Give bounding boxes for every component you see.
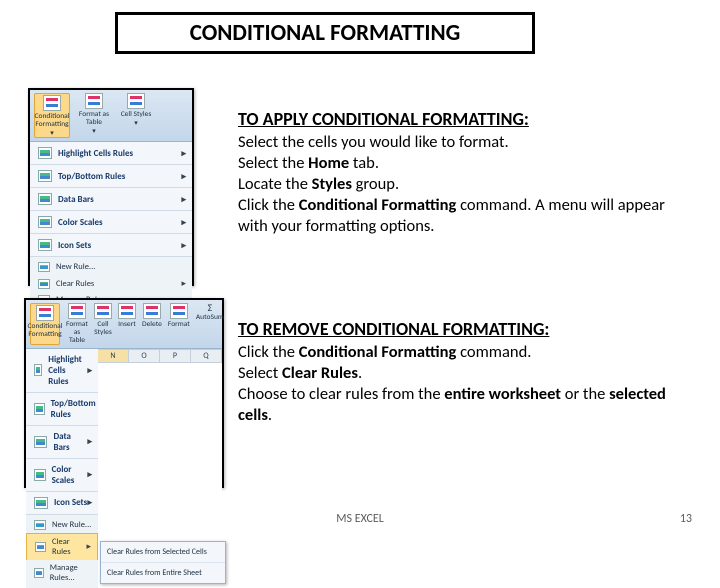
menu-item-clear-rules-highlighted: Clear Rules▸ bbox=[26, 533, 98, 560]
conditional-formatting-menu: Highlight Cells Rules▸ Top/Bottom Rules▸… bbox=[26, 349, 98, 515]
submenu-arrow-icon: ▸ bbox=[181, 148, 186, 159]
menu-item-data-bars: Data Bars▸ bbox=[26, 426, 98, 459]
menu-item-clear-rules: Clear Rules▸ bbox=[30, 275, 192, 292]
iconsets-icon bbox=[38, 239, 52, 251]
cell-styles-icon bbox=[127, 93, 145, 109]
conditional-formatting-button: Conditional Formatting bbox=[30, 303, 60, 345]
insert-icon bbox=[118, 303, 136, 319]
clear-rules-submenu: Clear Rules from Selected Cells Clear Ru… bbox=[100, 541, 226, 584]
apply-text: Select the cells you would like to forma… bbox=[238, 132, 698, 238]
menu-item-icon-sets: Icon Sets▸ bbox=[26, 492, 98, 515]
submenu-arrow-icon: ▸ bbox=[181, 194, 186, 205]
menu-item-icon-sets: Icon Sets▸ bbox=[30, 234, 192, 257]
ribbon-styles-cells-group: Conditional Formatting Format as Table C… bbox=[26, 300, 222, 349]
delete-button: Delete bbox=[142, 303, 162, 345]
submenu-arrow-icon: ▸ bbox=[181, 240, 186, 251]
menu-footer: New Rule... Clear Rules▸ Manage Rules... bbox=[26, 515, 98, 588]
page-title: CONDITIONAL FORMATTING bbox=[115, 12, 535, 54]
chevron-down-icon: ▾ bbox=[50, 129, 54, 136]
delete-icon bbox=[143, 303, 161, 319]
insert-button: Insert bbox=[118, 303, 136, 345]
apply-heading: TO APPLY CONDITIONAL FORMATTING: bbox=[238, 108, 698, 130]
submenu-arrow-icon: ▸ bbox=[181, 278, 186, 289]
conditional-formatting-icon bbox=[43, 95, 61, 111]
apply-section: TO APPLY CONDITIONAL FORMATTING: Select … bbox=[238, 108, 698, 238]
conditional-formatting-label: Conditional Formatting bbox=[35, 113, 70, 129]
ribbon-styles-group: Conditional Formatting ▾ Format as Table… bbox=[30, 90, 192, 142]
submenu-arrow-icon: ▸ bbox=[181, 171, 186, 182]
menu-item-new-rule: New Rule... bbox=[30, 259, 192, 275]
conditional-formatting-menu: Highlight Cells Rules▸ Top/Bottom Rules▸… bbox=[30, 142, 192, 257]
remove-text: Click the Conditional Formatting command… bbox=[238, 342, 698, 426]
format-as-table-label: Format as Table bbox=[76, 111, 112, 127]
topbottom-icon bbox=[38, 170, 52, 182]
menu-item-top-bottom: Top/Bottom Rules▸ bbox=[26, 393, 98, 426]
conditional-formatting-label: Conditional Formatting bbox=[28, 323, 63, 339]
format-as-table-button: Format as Table ▾ bbox=[76, 93, 112, 138]
table-icon bbox=[68, 303, 86, 319]
cell-styles-button: Cell Styles ▾ bbox=[118, 93, 154, 138]
colorscales-icon bbox=[38, 216, 52, 228]
footer-page-number: 13 bbox=[680, 512, 692, 526]
chevron-down-icon: ▾ bbox=[92, 127, 96, 134]
databars-icon bbox=[38, 193, 52, 205]
remove-heading: TO REMOVE CONDITIONAL FORMATTING: bbox=[238, 318, 698, 340]
footer-center: MS EXCEL bbox=[336, 512, 384, 526]
highlight-icon bbox=[38, 147, 52, 159]
remove-section: TO REMOVE CONDITIONAL FORMATTING: Click … bbox=[238, 318, 698, 426]
menu-item-color-scales: Color Scales▸ bbox=[30, 211, 192, 234]
menu-item-data-bars: Data Bars▸ bbox=[30, 188, 192, 211]
menu-item-manage-rules: Manage Rules... bbox=[26, 560, 98, 586]
clear-rules-icon bbox=[38, 279, 50, 289]
autosum-button: ΣAutoSum bbox=[196, 303, 224, 345]
new-rule-icon bbox=[38, 262, 50, 272]
format-button: Format bbox=[168, 303, 190, 345]
sigma-icon: Σ bbox=[208, 303, 213, 314]
cell-styles-icon bbox=[94, 303, 112, 319]
conditional-formatting-icon bbox=[36, 305, 54, 321]
submenu-arrow-icon: ▸ bbox=[181, 217, 186, 228]
format-as-table-button: Format as Table bbox=[66, 303, 88, 345]
submenu-clear-sheet: Clear Rules from Entire Sheet bbox=[101, 563, 225, 583]
menu-item-new-rule: New Rule... bbox=[26, 517, 98, 533]
format-icon bbox=[170, 303, 188, 319]
table-icon bbox=[85, 93, 103, 109]
column-headers: N O P Q bbox=[98, 349, 222, 363]
submenu-clear-selected: Clear Rules from Selected Cells bbox=[101, 542, 225, 563]
chevron-down-icon: ▾ bbox=[134, 119, 138, 126]
excel-menu-thumbnail-apply: Conditional Formatting ▾ Format as Table… bbox=[28, 88, 194, 286]
conditional-formatting-button: Conditional Formatting ▾ bbox=[34, 93, 70, 138]
excel-menu-thumbnail-remove: Conditional Formatting Format as Table C… bbox=[24, 298, 224, 488]
menu-item-highlight-cells: Highlight Cells Rules▸ bbox=[26, 349, 98, 393]
menu-item-highlight-cells: Highlight Cells Rules▸ bbox=[30, 142, 192, 165]
cell-styles-button: Cell Styles bbox=[94, 303, 112, 345]
menu-item-top-bottom: Top/Bottom Rules▸ bbox=[30, 165, 192, 188]
menu-item-color-scales: Color Scales▸ bbox=[26, 459, 98, 492]
